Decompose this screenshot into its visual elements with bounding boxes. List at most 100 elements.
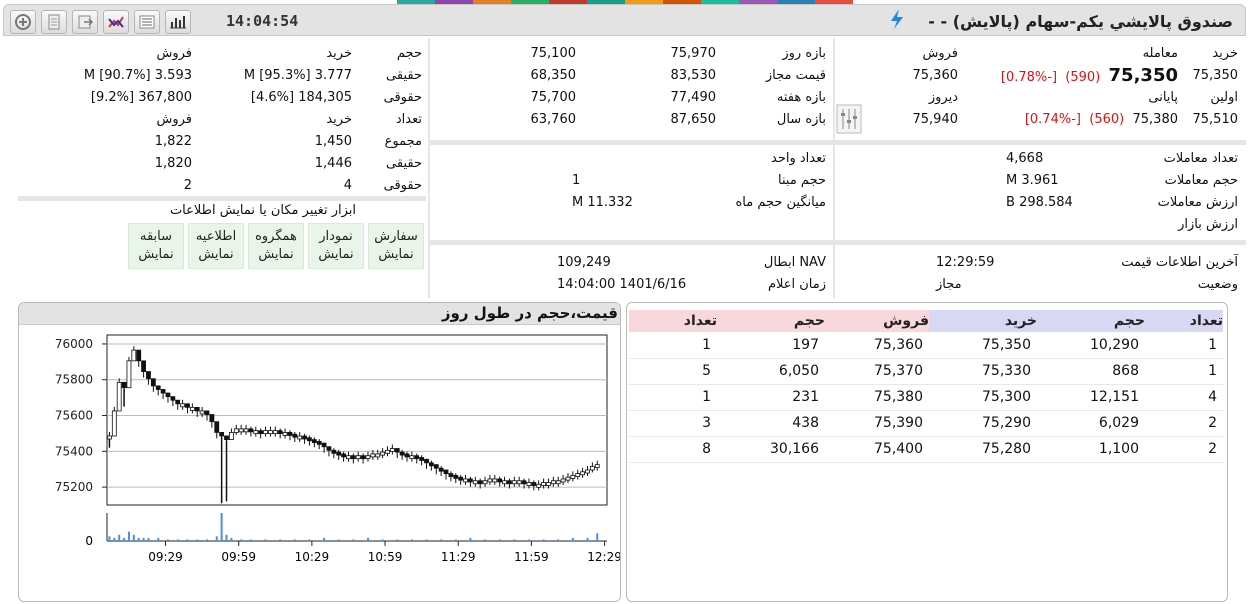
ob-sell-price: 75,400 [825,436,929,463]
price-candle [516,480,522,485]
instrument-title: صندوق پالايشي يكم-سهام (پالايش) - - [928,12,1233,31]
orderbook-row[interactable]: 1 868 75,330 75,370 6,050 5 [629,358,1223,385]
ob-buy-volume-header: حجم [1037,310,1145,332]
x-tick-label: 10:59 [368,550,403,564]
tool-button[interactable]: همگروه نمایش [248,223,304,269]
ob-sell-count: 1 [629,332,717,359]
price-candle [350,455,356,460]
range-low: 75,700 [530,89,577,105]
orderbook-row[interactable]: 4 12,151 75,300 75,380 231 1 [629,384,1223,411]
ob-sell-volume: 438 [717,410,825,437]
ob-sell-volume-header: حجم [717,310,825,332]
volume-bar [123,537,126,541]
ob-sell-volume: 30,166 [717,436,825,463]
price-candle [311,439,317,443]
price-candle [497,478,503,483]
tool-button[interactable]: نمودار نمایش [308,223,364,269]
orderbook-row[interactable]: 2 1,100 75,280 75,400 30,166 8 [629,436,1223,463]
add-icon[interactable] [10,10,36,34]
volume-tick-label: 0 [85,534,93,548]
volume-bar [240,539,243,541]
tool-button[interactable]: سابقه نمایش [128,223,184,269]
price-candle [214,421,220,433]
count-type-label: حقوقی [383,177,422,193]
orderbook-row[interactable]: 1 10,290 75,350 75,360 197 1 [629,332,1223,359]
ob-buy-price: 75,300 [929,384,1037,411]
chart-compare-icon[interactable] [103,10,129,34]
ob-sell-price: 75,360 [825,332,929,359]
settings-sliders-icon[interactable] [836,104,862,134]
price-candle [428,462,434,467]
y-tick-label: 75400 [55,444,93,458]
price-candle [443,469,449,474]
export-icon[interactable] [72,10,98,34]
volume-bar [571,537,574,541]
last-price: 75,380 [1132,111,1179,127]
ob-buy-price: 75,280 [929,436,1037,463]
price-candle [394,448,400,453]
volume-bar [113,537,116,541]
chart-plot[interactable]: 76000 75800 75600 75400 75200 0 09:29 09:59 10:2… [19,325,620,601]
volume-bar [484,539,487,541]
last-percent: [-0.74%] [1024,111,1081,127]
ob-sell-price: 75,390 [825,410,929,437]
price-candle [175,399,181,405]
price-candle [585,469,590,474]
volume-bar [557,539,560,541]
x-tick-label: 11:59 [514,550,549,564]
volume-bar [323,537,326,541]
price-candle [287,432,293,436]
volume-bar [586,537,589,541]
price-candle [511,480,517,485]
tools-title: ابزار تغییر مکان یا نمایش اطلاعات [169,203,356,218]
client-sell-volume: 3.593 M [90.7%] [83,67,192,83]
volume-bar [147,537,150,541]
document-icon[interactable] [41,10,67,34]
count-sell-header: فروش [156,111,192,127]
price-candle [238,428,244,433]
price-candle [580,471,586,476]
list-icon[interactable] [134,10,160,34]
volume-bar [279,539,282,541]
count-sell: 2 [183,177,192,193]
price-candle [560,478,566,483]
orderbook-row[interactable]: 2 6,029 75,290 75,390 438 3 [629,410,1223,437]
info-value: 4,668 [1006,150,1044,166]
last-label: پایانی [1148,89,1178,105]
ob-buy-volume: 868 [1037,358,1145,385]
price-candle [463,478,468,483]
volume-header: حجم [396,45,422,61]
ob-buy-count: 4 [1145,384,1223,411]
tool-button[interactable]: سفارش نمایش [368,223,424,269]
nav-time-value: 1401/6/16 14:04:00 [557,276,687,292]
volume-bar [454,539,457,541]
count-buy: 1,450 [314,133,352,149]
ob-buy-count: 1 [1145,332,1223,359]
first-label: اولین [1210,89,1238,105]
price-candle [385,449,390,454]
price-candle [375,453,381,458]
price-candle [116,381,122,412]
clock-time: 14:04:54 [226,12,299,30]
price-candle [331,449,337,454]
lightning-icon[interactable] [889,8,905,30]
bar-chart-icon[interactable] [165,10,191,34]
volume-bar [308,539,311,541]
price-candle [546,482,551,486]
tool-button-name: سفارش [374,229,418,244]
volume-bar [118,534,121,541]
trade-change: (590) [1065,69,1101,85]
volume-bar [527,539,530,541]
price-candle [433,464,439,469]
price-candle [414,455,420,460]
y-tick-label: 76000 [55,337,93,351]
y-tick-label: 75200 [55,480,93,494]
volume-bar [440,539,443,541]
range-label: قیمت مجاز [765,67,826,83]
price-candle [180,403,186,408]
price-candle [458,476,464,481]
range-low: 63,760 [530,111,577,127]
trade-percent: [-0.78%] [1000,69,1058,85]
tool-button[interactable]: اطلاعیه نمایش [188,223,244,269]
ob-sell-price: 75,370 [825,358,929,385]
